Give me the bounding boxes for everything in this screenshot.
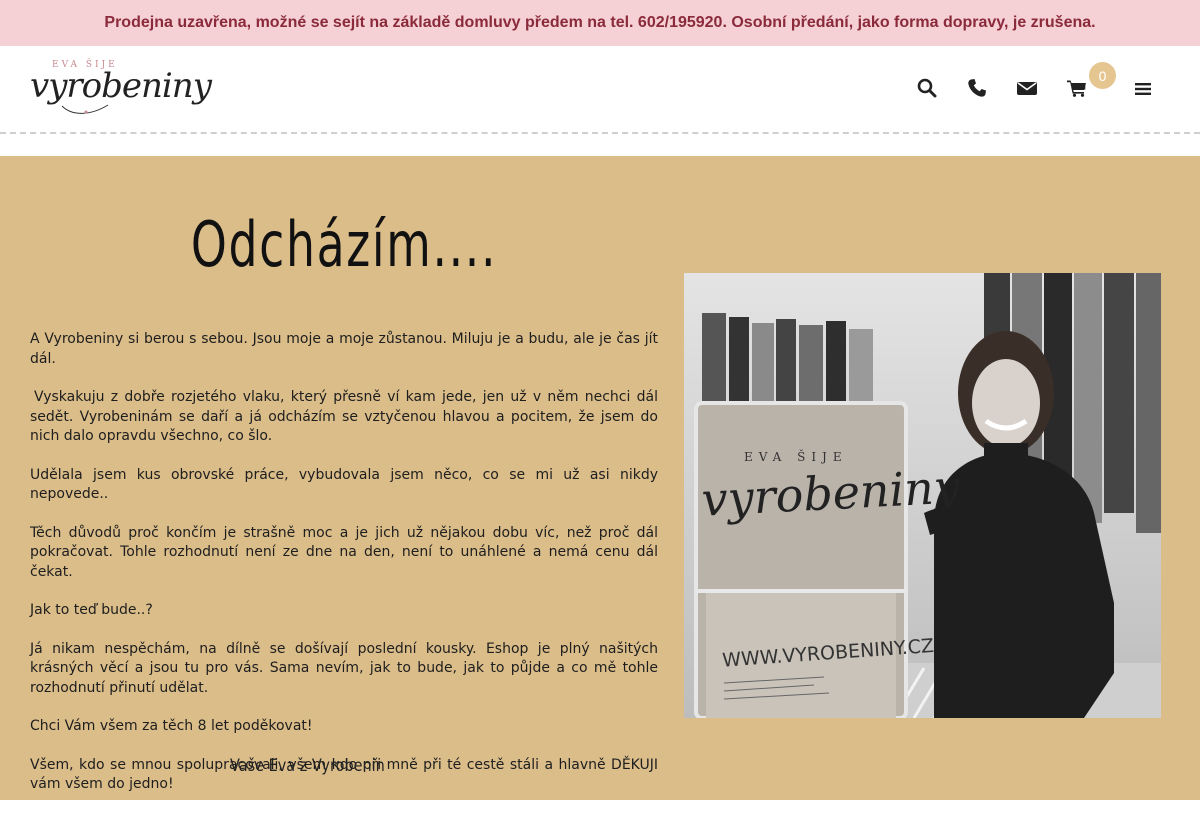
cart-count-badge[interactable]: 0 (1089, 62, 1116, 89)
banner-paragraph: Já nikam nespěchám, na dílně se došívají… (30, 640, 658, 696)
announcement-bar: Prodejna uzavřena, možné se sejít na zák… (0, 0, 1200, 46)
search-icon[interactable] (915, 76, 939, 100)
site-logo[interactable]: EVA ŠIJE vyrobeniny (30, 60, 212, 118)
photo-sign-small: EVA ŠIJE (744, 448, 848, 464)
cart-icon[interactable] (1065, 76, 1089, 100)
site-header: EVA ŠIJE vyrobeniny (0, 46, 1200, 134)
banner-paragraph: Udělala jsem kus obrovské práce, vybudov… (30, 466, 658, 503)
mail-icon[interactable] (1015, 76, 1039, 100)
banner-paragraph: Vyskakuju z dobře rozjetého vlaku, který… (30, 389, 658, 444)
header-spacer (0, 134, 1200, 156)
banner-text: A Vyrobeniny si berou s sebou. Jsou moje… (30, 330, 658, 814)
banner-paragraph: Jak to teď bude..? (30, 602, 153, 618)
menu-icon[interactable] (1131, 76, 1155, 100)
banner-paragraph: A Vyrobeniny si berou s sebou. Jsou moje… (30, 331, 658, 367)
shop-owner-photo: EVA ŠIJE vyrobeniny WWW.VYROBENINY.CZ (684, 273, 1161, 718)
banner-signature: Vaše Eva z Vyrobenin (230, 756, 385, 776)
banner-paragraph: Chci Vám všem za těch 8 let poděkovat! (30, 718, 313, 734)
farewell-banner[interactable]: Odcházím.... A Vyrobeniny si berou s seb… (0, 156, 1200, 800)
logo-swirl-icon (61, 104, 109, 114)
banner-heading: Odcházím.... (190, 208, 498, 281)
logo-main-text: vyrobeniny (30, 66, 212, 106)
photo-illustration: EVA ŠIJE vyrobeniny WWW.VYROBENINY.CZ (684, 273, 1161, 718)
banner-paragraph: Těch důvodů proč končím je strašně moc a… (30, 524, 658, 580)
phone-icon[interactable] (965, 76, 989, 100)
announcement-text: Prodejna uzavřena, možné se sejít na zák… (104, 14, 1096, 31)
